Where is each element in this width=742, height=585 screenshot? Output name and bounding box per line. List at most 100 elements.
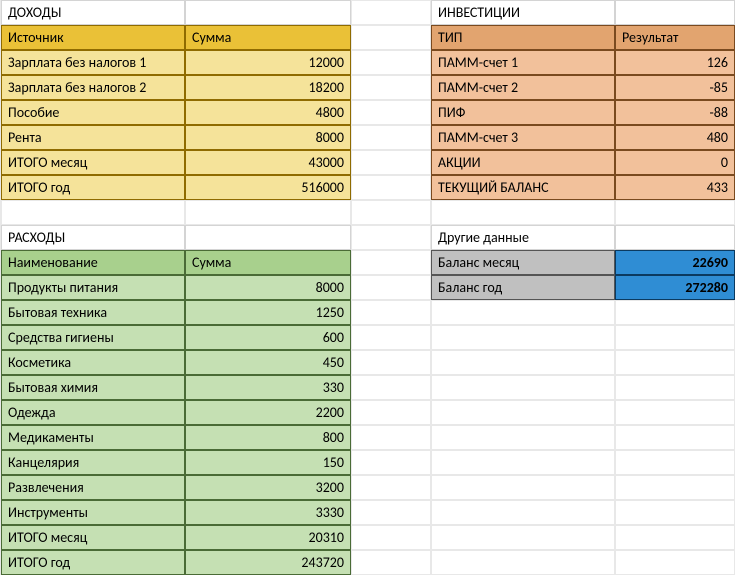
blank-cell[interactable]: [1, 200, 185, 225]
expense-cell[interactable]: Канцелярия: [1, 450, 185, 475]
expense-cell[interactable]: 8000: [185, 275, 351, 300]
other-label-cell[interactable]: Баланс месяц: [431, 250, 615, 275]
blank-cell[interactable]: [351, 200, 431, 225]
blank-cell[interactable]: [615, 325, 735, 350]
blank-cell[interactable]: [615, 475, 735, 500]
gap-cell[interactable]: [351, 150, 431, 175]
income-cell[interactable]: Пособие: [1, 100, 185, 125]
expense-cell[interactable]: 450: [185, 350, 351, 375]
income-header-amount[interactable]: Сумма: [185, 25, 351, 50]
income-cell[interactable]: Рента: [1, 125, 185, 150]
income-cell[interactable]: Зарплата без налогов 1: [1, 50, 185, 75]
blank-cell[interactable]: [615, 425, 735, 450]
investment-cell[interactable]: ПАММ-счет 2: [431, 75, 615, 100]
blank-cell[interactable]: [431, 550, 615, 575]
gap-cell[interactable]: [351, 100, 431, 125]
investments-title-cell[interactable]: ИНВЕСТИЦИИ: [431, 0, 615, 25]
investments-title-cell-2[interactable]: [615, 0, 735, 25]
investment-cell[interactable]: 433: [615, 175, 735, 200]
expense-cell[interactable]: 2200: [185, 400, 351, 425]
expense-cell[interactable]: Средства гигиены: [1, 325, 185, 350]
investment-cell[interactable]: 126: [615, 50, 735, 75]
gap-cell[interactable]: [351, 50, 431, 75]
expenses-title-cell-2[interactable]: [185, 225, 351, 250]
expense-cell[interactable]: Медикаменты: [1, 425, 185, 450]
income-title-cell-2[interactable]: [185, 0, 351, 25]
gap-cell[interactable]: [351, 350, 431, 375]
blank-cell[interactable]: [615, 375, 735, 400]
investment-cell[interactable]: ПАММ-счет 1: [431, 50, 615, 75]
gap-cell[interactable]: [351, 225, 431, 250]
gap-cell[interactable]: [351, 500, 431, 525]
gap-cell[interactable]: [351, 475, 431, 500]
income-cell[interactable]: 18200: [185, 75, 351, 100]
investment-cell[interactable]: 0: [615, 150, 735, 175]
gap-cell[interactable]: [351, 25, 431, 50]
gap-cell[interactable]: [351, 75, 431, 100]
expenses-header-amount[interactable]: Сумма: [185, 250, 351, 275]
blank-cell[interactable]: [431, 525, 615, 550]
gap-cell[interactable]: [351, 125, 431, 150]
blank-cell[interactable]: [431, 325, 615, 350]
blank-cell[interactable]: [431, 425, 615, 450]
blank-cell[interactable]: [615, 450, 735, 475]
blank-cell[interactable]: [615, 350, 735, 375]
gap-cell[interactable]: [351, 450, 431, 475]
income-cell[interactable]: Зарплата без налогов 2: [1, 75, 185, 100]
blank-cell[interactable]: [615, 550, 735, 575]
blank-cell[interactable]: [615, 500, 735, 525]
investment-cell[interactable]: ПИФ: [431, 100, 615, 125]
blank-cell[interactable]: [431, 300, 615, 325]
gap-cell[interactable]: [351, 550, 431, 575]
blank-cell[interactable]: [615, 400, 735, 425]
expense-cell[interactable]: 800: [185, 425, 351, 450]
blank-cell[interactable]: [431, 350, 615, 375]
blank-cell[interactable]: [431, 200, 615, 225]
gap-cell[interactable]: [351, 425, 431, 450]
expense-cell[interactable]: Косметика: [1, 350, 185, 375]
gap-cell[interactable]: [351, 175, 431, 200]
gap-cell[interactable]: [351, 400, 431, 425]
income-cell[interactable]: 12000: [185, 50, 351, 75]
blank-cell[interactable]: [431, 450, 615, 475]
blank-cell[interactable]: [431, 500, 615, 525]
investment-cell[interactable]: ПАММ-счет 3: [431, 125, 615, 150]
gap-cell[interactable]: [351, 325, 431, 350]
income-cell[interactable]: ИТОГО год: [1, 175, 185, 200]
investment-cell[interactable]: -88: [615, 100, 735, 125]
other-label-cell[interactable]: Баланс год: [431, 275, 615, 300]
expense-cell[interactable]: ИТОГО месяц: [1, 525, 185, 550]
income-title-cell[interactable]: ДОХОДЫ: [1, 0, 185, 25]
expenses-header-name[interactable]: Наименование: [1, 250, 185, 275]
income-cell[interactable]: 516000: [185, 175, 351, 200]
expense-cell[interactable]: ИТОГО год: [1, 550, 185, 575]
expense-cell[interactable]: Бытовая химия: [1, 375, 185, 400]
income-cell[interactable]: 8000: [185, 125, 351, 150]
gap-cell[interactable]: [351, 525, 431, 550]
gap-cell[interactable]: [351, 250, 431, 275]
other-title-cell[interactable]: Другие данные: [431, 225, 615, 250]
expense-cell[interactable]: Продукты питания: [1, 275, 185, 300]
expense-cell[interactable]: 150: [185, 450, 351, 475]
expense-cell[interactable]: Развлечения: [1, 475, 185, 500]
gap-cell[interactable]: [351, 275, 431, 300]
gap-cell[interactable]: [351, 375, 431, 400]
investment-cell[interactable]: ТЕКУЩИЙ БАЛАНС: [431, 175, 615, 200]
expenses-title-cell[interactable]: РАСХОДЫ: [1, 225, 185, 250]
expense-cell[interactable]: Инструменты: [1, 500, 185, 525]
other-value-cell[interactable]: 272280: [615, 275, 735, 300]
spreadsheet-grid[interactable]: ДОХОДЫ ИНВЕСТИЦИИ Источник Сумма ТИП Рез…: [0, 0, 742, 575]
expense-cell[interactable]: 243720: [185, 550, 351, 575]
expense-cell[interactable]: 20310: [185, 525, 351, 550]
other-value-cell[interactable]: 22690: [615, 250, 735, 275]
blank-cell[interactable]: [615, 300, 735, 325]
blank-cell[interactable]: [431, 475, 615, 500]
expense-cell[interactable]: Одежда: [1, 400, 185, 425]
blank-cell[interactable]: [615, 525, 735, 550]
income-cell[interactable]: ИТОГО месяц: [1, 150, 185, 175]
expense-cell[interactable]: 330: [185, 375, 351, 400]
expense-cell[interactable]: Бытовая техника: [1, 300, 185, 325]
income-cell[interactable]: 43000: [185, 150, 351, 175]
investments-header-type[interactable]: ТИП: [431, 25, 615, 50]
gap-cell[interactable]: [351, 300, 431, 325]
